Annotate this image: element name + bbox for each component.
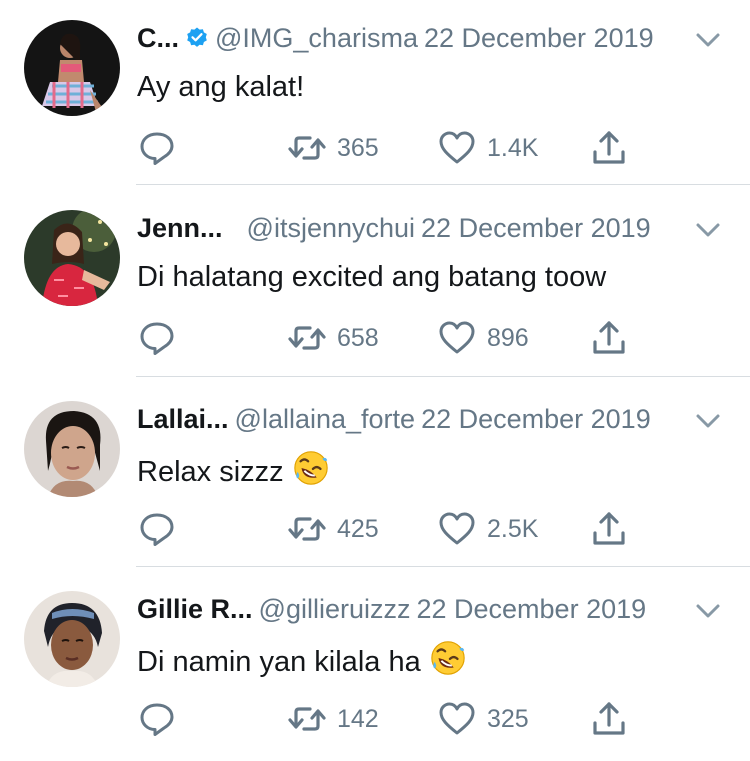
tweet-date[interactable]: 22 December 2019: [424, 23, 654, 53]
tweet-date[interactable]: 22 December 2019: [421, 404, 651, 434]
like-button[interactable]: 325: [437, 699, 529, 739]
rolling-on-floor-laughing-icon: [292, 449, 330, 487]
tweet-actions: 365 1.4K: [137, 128, 637, 168]
tweet-actions: 425 2.5K: [137, 509, 637, 549]
retweet-icon: [287, 318, 327, 358]
tweet[interactable]: Gillie R... @gillieruizzz 22 December 2019…: [0, 571, 750, 761]
like-count: 2.5K: [487, 514, 539, 543]
tweet-text-content: Relax sizzz: [137, 456, 284, 488]
user-name[interactable]: Lallai...: [137, 404, 229, 434]
tweet-header: C... @IMG_charisma 22 December 2019: [137, 20, 730, 56]
heart-icon: [437, 699, 477, 739]
retweet-button[interactable]: 142: [287, 699, 379, 739]
retweet-count: 365: [337, 133, 379, 162]
reply-icon: [137, 128, 177, 168]
user-name[interactable]: Jenn...: [137, 213, 223, 243]
user-handle[interactable]: @lallaina_forte: [235, 404, 416, 434]
avatar[interactable]: [24, 20, 120, 116]
avatar[interactable]: [24, 591, 120, 687]
like-button[interactable]: 896: [437, 318, 529, 358]
tweet[interactable]: Lallai... @lallaina_forte 22 December 2019…: [0, 381, 750, 571]
reply-icon: [137, 318, 177, 358]
tweet-text-content: Di halatang excited ang batang toow: [137, 261, 607, 293]
chevron-down-icon[interactable]: [694, 407, 722, 435]
like-count: 325: [487, 704, 529, 733]
verified-badge-icon: [185, 26, 209, 50]
share-button[interactable]: [589, 128, 629, 168]
user-handle[interactable]: @IMG_charisma: [215, 23, 418, 53]
retweet-count: 142: [337, 704, 379, 733]
heart-icon: [437, 318, 477, 358]
tweet-header: Gillie R... @gillieruizzz 22 December 2019: [137, 591, 730, 627]
like-count: 896: [487, 323, 529, 352]
retweet-icon: [287, 509, 327, 549]
rolling-on-floor-laughing-icon: [429, 639, 467, 677]
user-name[interactable]: Gillie R...: [137, 594, 253, 624]
tweet-actions: 658 896: [137, 318, 637, 358]
like-button[interactable]: 1.4K: [437, 128, 538, 168]
retweet-button[interactable]: 425: [287, 509, 379, 549]
divider: [136, 184, 750, 185]
user-name[interactable]: C...: [137, 23, 179, 53]
like-button[interactable]: 2.5K: [437, 509, 538, 549]
avatar[interactable]: [24, 401, 120, 497]
tweet-text: Di halatang excited ang batang toow: [137, 258, 606, 296]
tweet[interactable]: C... @IMG_charisma 22 December 2019 Ay ang…: [0, 0, 750, 190]
divider: [136, 376, 750, 377]
chevron-down-icon[interactable]: [694, 597, 722, 625]
reply-button[interactable]: [137, 699, 177, 739]
tweet[interactable]: Jenn... @itsjennychui 22 December 2019 Di …: [0, 190, 750, 380]
like-count: 1.4K: [487, 133, 539, 162]
reply-icon: [137, 509, 177, 549]
user-handle[interactable]: @gillieruizzz: [259, 594, 411, 624]
tweet-actions: 142 325: [137, 699, 637, 739]
tweet-date[interactable]: 22 December 2019: [416, 594, 646, 624]
retweet-count: 658: [337, 323, 379, 352]
heart-icon: [437, 509, 477, 549]
share-icon: [589, 128, 629, 168]
tweet-text: Relax sizzz: [137, 449, 330, 491]
tweet-header: Lallai... @lallaina_forte 22 December 2019: [137, 401, 730, 437]
user-handle[interactable]: @itsjennychui: [247, 213, 416, 243]
heart-icon: [437, 128, 477, 168]
chevron-down-icon[interactable]: [694, 216, 722, 244]
tweet-date[interactable]: 22 December 2019: [421, 213, 651, 243]
reply-button[interactable]: [137, 318, 177, 358]
reply-button[interactable]: [137, 128, 177, 168]
retweet-count: 425: [337, 514, 379, 543]
retweet-button[interactable]: 365: [287, 128, 379, 168]
share-button[interactable]: [589, 509, 629, 549]
reply-button[interactable]: [137, 509, 177, 549]
share-icon: [589, 699, 629, 739]
share-icon: [589, 509, 629, 549]
tweet-text: Ay ang kalat!: [137, 68, 304, 106]
chevron-down-icon[interactable]: [694, 26, 722, 54]
retweet-icon: [287, 128, 327, 168]
reply-icon: [137, 699, 177, 739]
retweet-button[interactable]: 658: [287, 318, 379, 358]
tweet-text: Di namin yan kilala ha: [137, 639, 467, 681]
share-button[interactable]: [589, 318, 629, 358]
tweet-text-content: Ay ang kalat!: [137, 71, 305, 103]
retweet-icon: [287, 699, 327, 739]
tweet-header: Jenn... @itsjennychui 22 December 2019: [137, 210, 730, 246]
share-button[interactable]: [589, 699, 629, 739]
tweet-text-content: Di namin yan kilala ha: [137, 646, 421, 678]
avatar[interactable]: [24, 210, 120, 306]
share-icon: [589, 318, 629, 358]
divider: [136, 566, 750, 567]
